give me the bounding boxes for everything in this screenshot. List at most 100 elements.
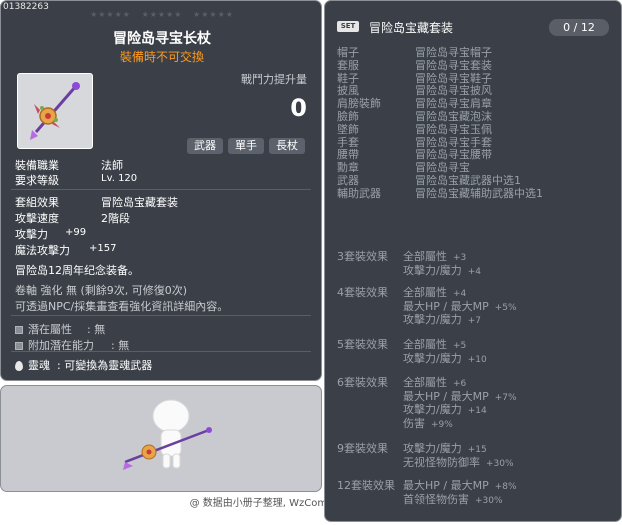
attack-speed-label: 攻擊速度 xyxy=(15,212,59,225)
set-effect-tier-label: 4套裝效果 xyxy=(337,286,388,299)
scroll-enhance-line: 卷軸 強化 無 (剩餘9次, 可修復0次) xyxy=(15,284,188,297)
item-tooltip: 01382263 ★★★★★ ★★★★★ ★★★★★ 冒险岛寻宝长杖 裝備時不可… xyxy=(0,0,322,381)
square-bullet-icon xyxy=(15,326,23,334)
set-part-row: 肩膀裝飾 冒险岛寻宝肩章 xyxy=(337,97,492,111)
set-count: 0 / 12 xyxy=(549,19,609,36)
set-part-name: 冒险岛寻宝肩章 xyxy=(415,97,492,111)
set-part-slot: 套服 xyxy=(337,58,359,72)
set-part-name: 冒险岛寻宝披风 xyxy=(415,84,492,98)
set-effect-value: +9% xyxy=(431,419,453,430)
set-tooltip: SET 冒险岛宝藏套装 0 / 12 帽子 冒险岛寻宝帽子 套服 冒险岛寻宝套装 鞋子冒… xyxy=(324,0,622,522)
set-part-row: 披風 冒险岛寻宝披风 xyxy=(337,84,492,98)
set-effect-tier-label: 3套裝效果 xyxy=(337,250,388,263)
soul-value: : 可變換為靈魂武器 xyxy=(57,359,153,372)
tag-staff: 長杖 xyxy=(269,138,305,154)
set-part-row: 武器 冒险岛宝藏武器中选1 xyxy=(337,174,521,187)
set-part-slot: 肩膀裝飾 xyxy=(337,97,381,111)
set-part-slot: 帽子 xyxy=(337,46,359,59)
set-badge: SET xyxy=(337,21,359,32)
set-effect-value: +7% xyxy=(494,392,517,403)
set-part-row: 帽子 冒险岛寻宝帽子 xyxy=(337,46,492,59)
item-title: 冒险岛寻宝长杖 xyxy=(113,31,211,47)
set-effect-stat: 首领怪物伤害 xyxy=(403,492,469,506)
set-part-name: 冒险岛寻宝玉佩 xyxy=(415,122,492,136)
set-effect-line: 攻擊力/魔力 +10 xyxy=(403,350,487,366)
set-part-row: 臉飾 冒险岛宝藏泡沫 xyxy=(337,110,492,123)
set-effect-tier-label: 9套裝效果 xyxy=(337,442,388,455)
level-value: Lv. 120 xyxy=(101,173,138,184)
character-preview xyxy=(0,385,322,492)
set-effect-label: 套組效果 xyxy=(15,196,59,209)
set-effect-tier-label: 5套裝效果 xyxy=(337,338,388,351)
set-part-name: 冒险岛宝藏辅助武器中选1 xyxy=(415,186,543,200)
combat-power-label: 戰鬥力提升量 xyxy=(241,73,307,86)
set-effect-stat: 攻擊力/魔力 xyxy=(403,263,462,277)
set-part-slot: 腰帶 xyxy=(337,148,359,162)
set-effect-value: +30% xyxy=(475,495,503,506)
set-effect-line: 无视怪物防御率 +30% xyxy=(403,454,514,470)
set-effect-value: +30% xyxy=(486,458,514,469)
potential-value: : 無 xyxy=(87,323,106,336)
item-description: 冒险岛12周年纪念装备。 xyxy=(15,264,139,277)
set-effect-tier-label: 12套裝效果 xyxy=(337,479,395,492)
character-avatar-icon xyxy=(123,399,212,470)
set-part-row: 鞋子 冒险岛寻宝鞋子 xyxy=(337,71,492,85)
tag-weapon: 武器 xyxy=(187,138,223,154)
npc-hint-line: 可透過NPC/採集畫查看強化資訊詳細內容。 xyxy=(15,300,229,313)
job-value: 法師 xyxy=(101,159,123,172)
set-part-slot: 墜飾 xyxy=(337,122,359,136)
set-part-row: 手套 冒险岛寻宝手套 xyxy=(337,135,492,149)
set-part-name: 冒险岛寻宝鞋子 xyxy=(415,71,492,85)
potential-row: 潛在屬性 xyxy=(15,321,72,337)
magic-attack-value: +157 xyxy=(89,243,117,254)
item-icon-frame xyxy=(17,73,93,149)
set-effect-stat: 攻擊力/魔力 xyxy=(403,313,462,326)
potential-label: 潛在屬性 xyxy=(28,323,72,336)
set-effect-value: +5% xyxy=(494,302,517,313)
set-effect-line: 首领怪物伤害 +30% xyxy=(403,491,503,507)
set-part-name: 冒险岛寻宝帽子 xyxy=(415,46,492,59)
set-effect-value: 冒险岛宝藏套装 xyxy=(101,196,178,209)
magic-staff-icon xyxy=(30,82,80,140)
soul-row: 靈魂 xyxy=(15,357,50,373)
set-part-name: 冒险岛寻宝腰带 xyxy=(415,148,492,162)
set-effect-value: +10 xyxy=(467,354,487,365)
set-effect-line: 攻擊力/魔力 +4 xyxy=(403,262,481,278)
set-part-slot: 勳章 xyxy=(337,161,359,175)
set-part-name: 冒险岛宝藏泡沫 xyxy=(415,110,492,123)
set-part-slot: 輔助武器 xyxy=(337,186,381,200)
set-part-row: 勳章 冒险岛寻宝 xyxy=(337,161,470,175)
set-part-name: 冒险岛寻宝手套 xyxy=(415,135,492,149)
trade-note: 裝備時不可交換 xyxy=(119,50,204,64)
set-effect-tier-label: 6套裝效果 xyxy=(337,376,388,389)
square-bullet-icon xyxy=(15,342,23,350)
set-part-name: 冒险岛宝藏武器中选1 xyxy=(415,174,521,187)
set-part-slot: 披風 xyxy=(337,84,359,98)
combat-power-value: 0 xyxy=(290,94,307,122)
level-label: 要求等級 xyxy=(15,174,59,187)
set-part-row: 腰帶 冒险岛寻宝腰带 xyxy=(337,148,492,162)
attack-value: +99 xyxy=(65,227,87,238)
set-part-slot: 武器 xyxy=(337,174,359,187)
set-part-slot: 臉飾 xyxy=(337,110,359,123)
set-title: 冒险岛宝藏套装 xyxy=(369,21,454,35)
magic-attack-label: 魔法攻擊力 xyxy=(15,244,70,257)
set-effect-value: +14 xyxy=(467,406,487,416)
set-effect-line: 伤害 +9% xyxy=(403,415,453,431)
star-force-row: ★★★★★ ★★★★★ ★★★★★ xyxy=(90,10,234,19)
set-part-slot: 鞋子 xyxy=(337,71,359,85)
set-effect-value: +4 xyxy=(467,266,481,277)
set-part-row: 套服 冒险岛寻宝套装 xyxy=(337,58,492,72)
set-effect-stat: 伤害 xyxy=(403,416,425,430)
set-part-slot: 手套 xyxy=(337,135,359,149)
flame-icon xyxy=(15,361,23,371)
divider xyxy=(11,189,311,190)
set-part-name: 冒险岛寻宝套装 xyxy=(415,58,492,72)
set-effect-value: +7 xyxy=(467,316,481,326)
divider xyxy=(11,351,311,352)
set-effect-line: 攻擊力/魔力 +7 xyxy=(403,311,481,327)
tag-one-handed: 單手 xyxy=(228,138,264,154)
set-part-name: 冒险岛寻宝 xyxy=(415,161,470,175)
set-part-row: 墜飾 冒险岛寻宝玉佩 xyxy=(337,122,492,136)
attack-speed-value: 2階段 xyxy=(101,212,130,225)
